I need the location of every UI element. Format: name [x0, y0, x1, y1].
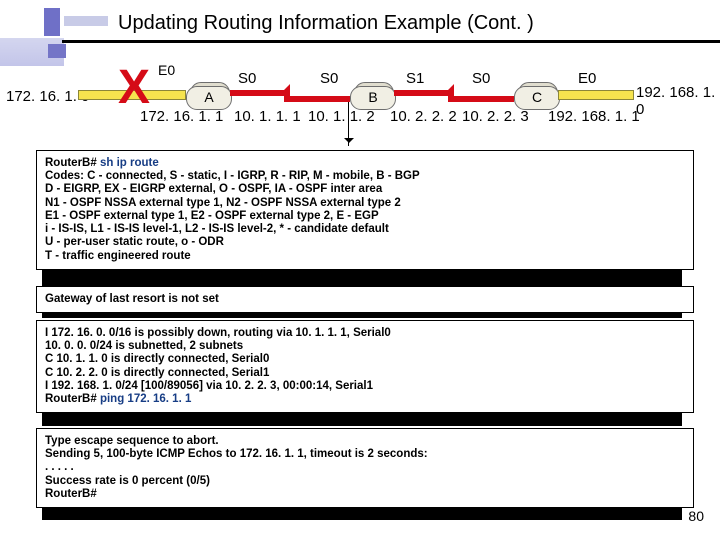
- page-title: Updating Routing Information Example (Co…: [118, 12, 534, 35]
- addr-b-s1: 10. 2. 2. 2: [390, 108, 457, 125]
- prompt: RouterB#: [45, 157, 97, 169]
- codes-line: T - traffic engineered route: [45, 250, 191, 262]
- addr-b-s0: 10. 1. 1. 2: [308, 108, 375, 125]
- ping-line: Success rate is 0 percent (0/5): [45, 475, 210, 487]
- cli-output-codes: RouterB# sh ip route Codes: C - connecte…: [36, 150, 694, 270]
- ping-line: . . . . .: [45, 461, 74, 473]
- router-a: A: [186, 86, 232, 110]
- ping-line: Type escape sequence to abort.: [45, 435, 219, 447]
- codes-line: Codes: C - connected, S - static, I - IG…: [45, 170, 420, 182]
- addr-c-s0: 10. 2. 2. 3: [462, 108, 529, 125]
- command-sh-ip-route: sh ip route: [97, 157, 159, 169]
- route-line: C 10. 2. 2. 0 is directly connected, Ser…: [45, 367, 269, 379]
- prompt: RouterB#: [45, 488, 97, 500]
- prompt: RouterB#: [45, 393, 97, 405]
- addr-c-e0: 192. 168. 1. 1: [548, 108, 640, 125]
- router-c: C: [514, 86, 560, 110]
- label-e0-left: E0: [158, 62, 175, 78]
- arrow-to-output-icon: [348, 102, 349, 146]
- gateway-line: Gateway of last resort is not set: [45, 293, 219, 305]
- serial-link-bc: [394, 84, 514, 102]
- codes-line: E1 - OSPF external type 1, E2 - OSPF ext…: [45, 210, 379, 222]
- codes-line: D - EIGRP, EX - EIGRP external, O - OSPF…: [45, 183, 382, 195]
- ethernet-segment-right: [558, 90, 634, 100]
- serial-link-ab: [230, 84, 350, 102]
- route-line: I 172. 16. 0. 0/16 is possibly down, rou…: [45, 327, 391, 339]
- codes-line: i - IS-IS, L1 - IS-IS level-1, L2 - IS-I…: [45, 223, 389, 235]
- link-down-x-icon: X: [118, 60, 150, 115]
- network-diagram: E0 S0 S0 S1 S0 E0 172. 16. 1. 0 X A B C …: [0, 62, 720, 140]
- cli-output-ping: Type escape sequence to abort. Sending 5…: [36, 428, 694, 508]
- router-b: B: [350, 86, 396, 110]
- codes-line: U - per-user static route, o - ODR: [45, 236, 224, 248]
- route-line: 10. 0. 0. 0/24 is subnetted, 2 subnets: [45, 340, 243, 352]
- addr-a-s0: 10. 1. 1. 1: [234, 108, 301, 125]
- command-ping: ping 172. 16. 1. 1: [97, 393, 192, 405]
- title-ornament: [36, 8, 108, 36]
- route-line: I 192. 168. 1. 0/24 [100/89056] via 10. …: [45, 380, 373, 392]
- network-left: 172. 16. 1. 0: [6, 88, 89, 105]
- addr-a-e0: 172. 16. 1. 1: [140, 108, 223, 125]
- codes-line: N1 - OSPF NSSA external type 1, N2 - OSP…: [45, 197, 401, 209]
- ping-line: Sending 5, 100-byte ICMP Echos to 172. 1…: [45, 448, 428, 460]
- title-underline: [62, 40, 720, 43]
- page-number: 80: [688, 508, 704, 524]
- cli-output-gateway: Gateway of last resort is not set: [36, 286, 694, 313]
- label-e0-right: E0: [578, 70, 596, 87]
- route-line: C 10. 1. 1. 0 is directly connected, Ser…: [45, 353, 269, 365]
- cli-output-routes: I 172. 16. 0. 0/16 is possibly down, rou…: [36, 320, 694, 413]
- network-right: 192. 168. 1. 0: [636, 84, 720, 118]
